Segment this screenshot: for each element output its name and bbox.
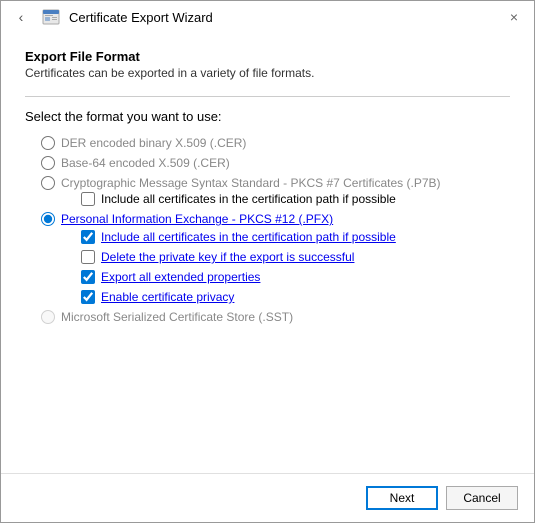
checkbox-cert-privacy-label[interactable]: Enable certificate privacy [101, 290, 234, 304]
dialog-footer: Next Cancel [1, 473, 534, 522]
checkbox-export-props-input[interactable] [81, 270, 95, 284]
divider [25, 96, 510, 97]
checkbox-export-props: Export all extended properties [81, 270, 510, 284]
title-bar: ‹ Certificate Export Wizard × [1, 1, 534, 33]
radio-der-label[interactable]: DER encoded binary X.509 (.CER) [61, 136, 246, 150]
radio-pfx-label[interactable]: Personal Information Exchange - PKCS #12… [61, 212, 333, 226]
certificate-export-dialog: ‹ Certificate Export Wizard × Export Fil… [0, 0, 535, 523]
radio-der-input[interactable] [41, 136, 55, 150]
pfx-sub-options: Include all certificates in the certific… [81, 230, 510, 304]
section-title: Export File Format [25, 49, 510, 64]
checkbox-include-certs-input[interactable] [81, 230, 95, 244]
content-area: Export File Format Certificates can be e… [1, 33, 534, 473]
checkbox-delete-key-label[interactable]: Delete the private key if the export is … [101, 250, 354, 264]
radio-pfx-input[interactable] [41, 212, 55, 226]
dialog-title: Certificate Export Wizard [69, 10, 213, 25]
radio-sst-input[interactable] [41, 310, 55, 324]
title-bar-left: ‹ Certificate Export Wizard [9, 5, 213, 29]
radio-der: DER encoded binary X.509 (.CER) [41, 136, 510, 150]
next-button[interactable]: Next [366, 486, 438, 510]
checkbox-pkcs7-include: Include all certificates in the certific… [81, 192, 510, 206]
radio-pkcs7-group: Cryptographic Message Syntax Standard - … [41, 176, 510, 206]
radio-pkcs7: Cryptographic Message Syntax Standard - … [41, 176, 510, 190]
cancel-button[interactable]: Cancel [446, 486, 518, 510]
format-options-list: DER encoded binary X.509 (.CER) Base-64 … [25, 136, 510, 324]
checkbox-cert-privacy-input[interactable] [81, 290, 95, 304]
checkbox-delete-key-input[interactable] [81, 250, 95, 264]
radio-pkcs7-input[interactable] [41, 176, 55, 190]
checkbox-pkcs7-include-label[interactable]: Include all certificates in the certific… [101, 192, 396, 206]
checkbox-pkcs7-include-input[interactable] [81, 192, 95, 206]
pkcs7-sub-options: Include all certificates in the certific… [81, 192, 510, 206]
checkbox-delete-key: Delete the private key if the export is … [81, 250, 510, 264]
radio-base64-input[interactable] [41, 156, 55, 170]
radio-base64-label[interactable]: Base-64 encoded X.509 (.CER) [61, 156, 230, 170]
radio-sst: Microsoft Serialized Certificate Store (… [41, 310, 510, 324]
close-button[interactable]: × [502, 5, 526, 29]
radio-pfx-group: Personal Information Exchange - PKCS #12… [41, 212, 510, 304]
radio-pkcs7-label[interactable]: Cryptographic Message Syntax Standard - … [61, 176, 441, 190]
select-format-label: Select the format you want to use: [25, 109, 510, 124]
back-button[interactable]: ‹ [9, 5, 33, 29]
radio-sst-label[interactable]: Microsoft Serialized Certificate Store (… [61, 310, 293, 324]
checkbox-include-certs: Include all certificates in the certific… [81, 230, 510, 244]
checkbox-cert-privacy: Enable certificate privacy [81, 290, 510, 304]
wizard-icon [41, 7, 61, 27]
checkbox-export-props-label[interactable]: Export all extended properties [101, 270, 260, 284]
section-desc: Certificates can be exported in a variet… [25, 66, 510, 80]
radio-pfx: Personal Information Exchange - PKCS #12… [41, 212, 510, 226]
section-header: Export File Format Certificates can be e… [25, 49, 510, 80]
radio-base64: Base-64 encoded X.509 (.CER) [41, 156, 510, 170]
checkbox-include-certs-label[interactable]: Include all certificates in the certific… [101, 230, 396, 244]
